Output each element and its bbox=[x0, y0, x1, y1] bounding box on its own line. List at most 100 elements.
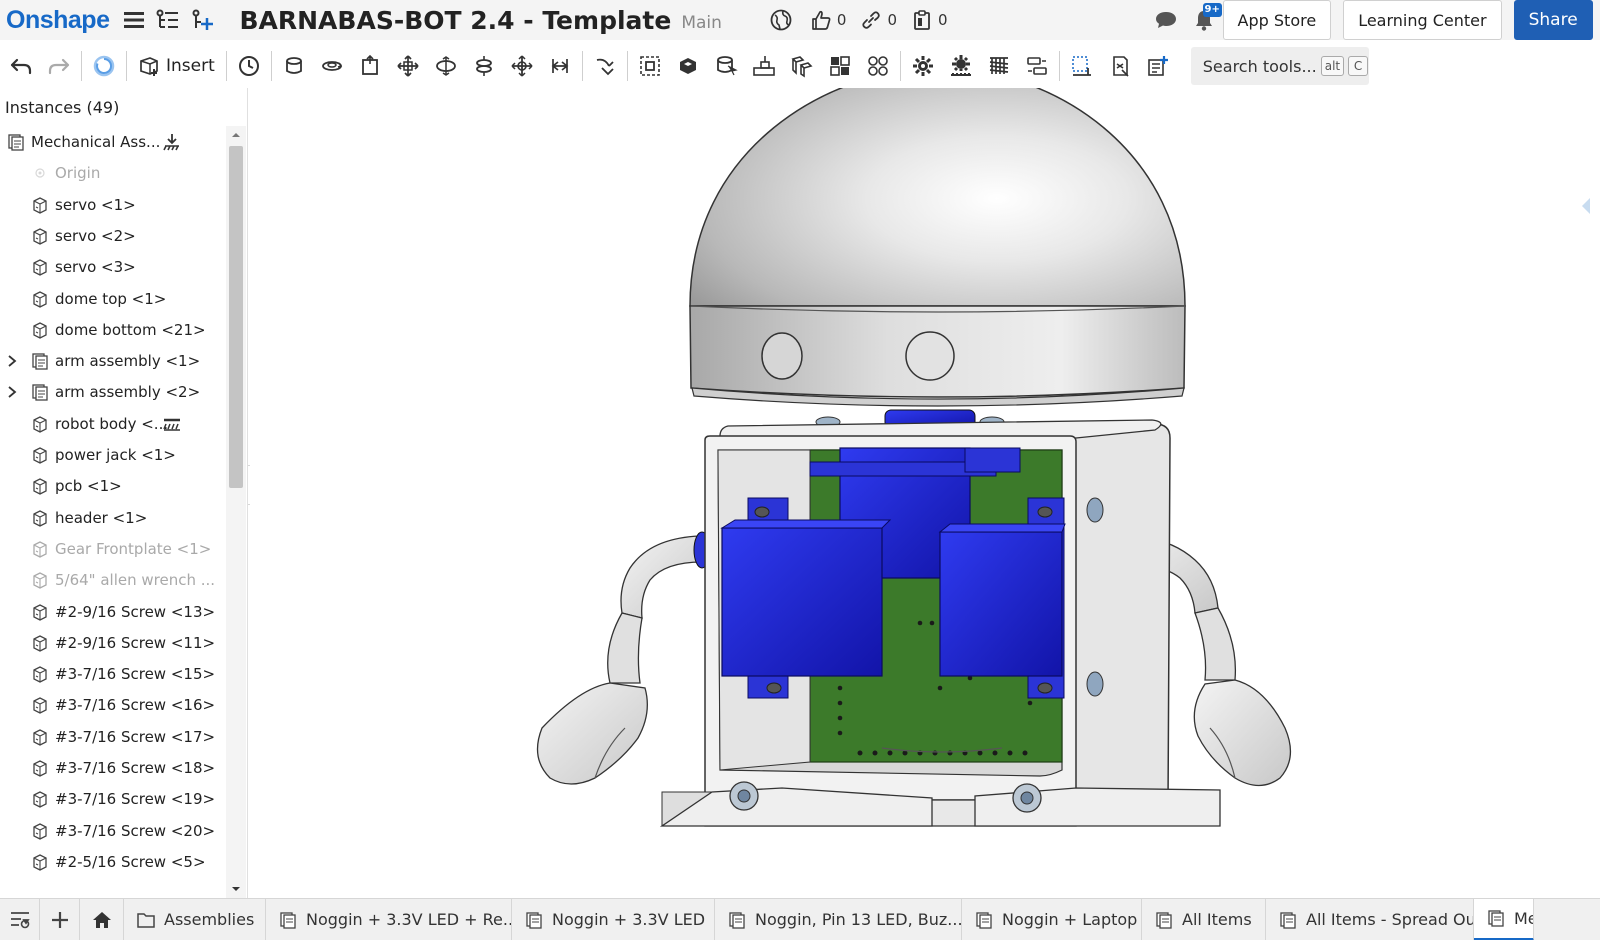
regenerate-icon[interactable] bbox=[85, 47, 123, 85]
screw-relation-icon[interactable] bbox=[980, 47, 1018, 85]
instance-label: #3-7/16 Screw <19> bbox=[55, 790, 216, 809]
group-icon[interactable] bbox=[631, 47, 669, 85]
thumbs-up-icon bbox=[812, 10, 831, 30]
tab-assembly[interactable]: Noggin + Laptop bbox=[962, 898, 1142, 940]
slider-mate-icon[interactable] bbox=[351, 47, 389, 85]
insert-tab-icon[interactable] bbox=[187, 5, 217, 35]
graphics-viewport[interactable] bbox=[250, 88, 1600, 898]
instance-row[interactable]: dome top <1> bbox=[0, 283, 226, 315]
instance-row[interactable]: servo <3> bbox=[0, 251, 226, 283]
left-servo-part[interactable] bbox=[720, 497, 892, 699]
copies-counter[interactable]: 0 bbox=[911, 9, 948, 31]
relations-icon[interactable] bbox=[745, 47, 783, 85]
view-cube-arrow-icon[interactable] bbox=[1582, 198, 1590, 214]
ground-icon[interactable] bbox=[162, 132, 182, 152]
comments-icon[interactable] bbox=[1151, 5, 1181, 35]
pin-slot-mate-icon[interactable] bbox=[465, 47, 503, 85]
mate-connector-icon[interactable] bbox=[707, 47, 745, 85]
insert-button[interactable]: Insert bbox=[130, 48, 223, 84]
expand-caret-icon[interactable] bbox=[6, 386, 18, 399]
home-icon[interactable] bbox=[80, 898, 124, 940]
robot-model-3d-view[interactable] bbox=[250, 88, 1600, 898]
dome-bottom-part[interactable] bbox=[689, 305, 1186, 407]
rack-pinion-icon[interactable] bbox=[942, 47, 980, 85]
feature-list-icon[interactable] bbox=[153, 5, 183, 35]
instance-row[interactable]: servo <1> bbox=[0, 189, 226, 221]
instance-row[interactable]: #2-5/16 Screw <5> bbox=[0, 846, 226, 878]
tangent-mate-icon[interactable] bbox=[586, 47, 624, 85]
instance-row[interactable]: 5/64" allen wrench ... bbox=[0, 564, 226, 596]
linear-relation-icon[interactable] bbox=[1018, 47, 1056, 85]
instance-row[interactable]: robot body <... bbox=[0, 408, 226, 440]
fastened-mate-icon[interactable] bbox=[275, 47, 313, 85]
instance-row[interactable]: servo <2> bbox=[0, 220, 226, 252]
instance-row[interactable]: #3-7/16 Screw <17> bbox=[0, 721, 226, 753]
instance-row[interactable]: #3-7/16 Screw <18> bbox=[0, 752, 226, 784]
instance-row[interactable]: #3-7/16 Screw <20> bbox=[0, 815, 226, 847]
instance-row[interactable]: power jack <1> bbox=[0, 439, 226, 471]
branch-name[interactable]: Main bbox=[681, 13, 722, 33]
scroll-up-icon[interactable] bbox=[230, 129, 242, 141]
instance-row[interactable]: Gear Frontplate <1> bbox=[0, 533, 226, 565]
tab-assembly[interactable]: Noggin, Pin 13 LED, Buz... bbox=[715, 898, 962, 940]
globe-icon[interactable] bbox=[766, 5, 796, 35]
toolbar-divider bbox=[81, 51, 82, 81]
gear-relation-icon[interactable] bbox=[904, 47, 942, 85]
onshape-logo[interactable]: Onshape bbox=[6, 6, 110, 35]
tab-assembly[interactable]: Noggin + 3.3V LED bbox=[512, 898, 715, 940]
linear-pattern-icon[interactable] bbox=[783, 47, 821, 85]
instance-row[interactable]: #2-9/16 Screw <11> bbox=[0, 627, 226, 659]
named-positions-icon[interactable] bbox=[859, 47, 897, 85]
app-store-button[interactable]: App Store bbox=[1222, 0, 1332, 40]
expand-caret-icon[interactable] bbox=[6, 355, 18, 367]
tab-assemblies-folder[interactable]: Assemblies bbox=[124, 898, 266, 940]
instance-row[interactable]: arm assembly <1> bbox=[0, 345, 226, 377]
links-counter[interactable]: 0 bbox=[860, 9, 897, 31]
undo-icon[interactable] bbox=[2, 47, 40, 85]
dome-top-part[interactable] bbox=[689, 88, 1186, 307]
left-arm-assembly[interactable] bbox=[536, 531, 711, 785]
scroll-thumb[interactable] bbox=[229, 146, 243, 488]
instance-row[interactable]: Mechanical Ass... bbox=[0, 126, 226, 158]
ball-mate-icon[interactable] bbox=[503, 47, 541, 85]
instance-row[interactable]: arm assembly <2> bbox=[0, 376, 226, 408]
instance-row[interactable]: #3-7/16 Screw <19> bbox=[0, 783, 226, 815]
planar-mate-icon[interactable] bbox=[389, 47, 427, 85]
tool-search-field[interactable]: Search tools... alt C bbox=[1190, 47, 1369, 85]
likes-counter[interactable]: 0 bbox=[810, 9, 846, 31]
tab-assembly[interactable]: All Items bbox=[1142, 898, 1266, 940]
section-view-icon[interactable] bbox=[1101, 47, 1139, 85]
redo-icon[interactable] bbox=[40, 47, 78, 85]
bill-of-materials-icon[interactable] bbox=[1139, 47, 1177, 85]
tab-label: Mech bbox=[1514, 908, 1533, 928]
tab-assembly[interactable]: Mech bbox=[1474, 898, 1534, 940]
instance-row[interactable]: #2-9/16 Screw <13> bbox=[0, 596, 226, 628]
cylindrical-mate-icon[interactable] bbox=[427, 47, 465, 85]
instance-row[interactable]: #3-7/16 Screw <16> bbox=[0, 689, 226, 721]
tab-assembly[interactable]: All Items - Spread Out bbox=[1266, 898, 1474, 940]
hamburger-menu-icon[interactable] bbox=[119, 5, 149, 35]
right-servo-part[interactable] bbox=[938, 497, 1066, 699]
learning-center-button[interactable]: Learning Center bbox=[1343, 0, 1502, 40]
history-icon[interactable] bbox=[230, 47, 268, 85]
parallel-mate-icon[interactable] bbox=[541, 47, 579, 85]
scroll-down-icon[interactable] bbox=[230, 883, 242, 895]
instance-row[interactable]: header <1> bbox=[0, 502, 226, 534]
instance-row[interactable]: dome bottom <21> bbox=[0, 314, 226, 346]
instance-row[interactable]: Origin bbox=[0, 157, 226, 189]
document-title[interactable]: BARNABAS-BOT 2.4 - Template bbox=[239, 6, 671, 35]
share-button[interactable]: Share bbox=[1513, 0, 1593, 40]
fixed-icon[interactable] bbox=[162, 414, 182, 434]
notifications-bell-icon[interactable]: 9+ bbox=[1189, 3, 1222, 35]
exploded-view-icon[interactable] bbox=[821, 47, 859, 85]
instance-row[interactable]: pcb <1> bbox=[0, 470, 226, 502]
instance-label: servo <2> bbox=[55, 226, 136, 245]
revolute-mate-icon[interactable] bbox=[313, 47, 351, 85]
instance-list-scrollbar[interactable] bbox=[226, 126, 246, 898]
replicate-icon[interactable] bbox=[669, 47, 707, 85]
tab-assembly[interactable]: Noggin + 3.3V LED + Re... bbox=[266, 898, 512, 940]
instance-row[interactable]: #3-7/16 Screw <15> bbox=[0, 658, 226, 690]
add-tab-icon[interactable] bbox=[40, 898, 80, 940]
measure-icon[interactable] bbox=[1063, 47, 1101, 85]
tab-filter-icon[interactable] bbox=[0, 898, 40, 940]
